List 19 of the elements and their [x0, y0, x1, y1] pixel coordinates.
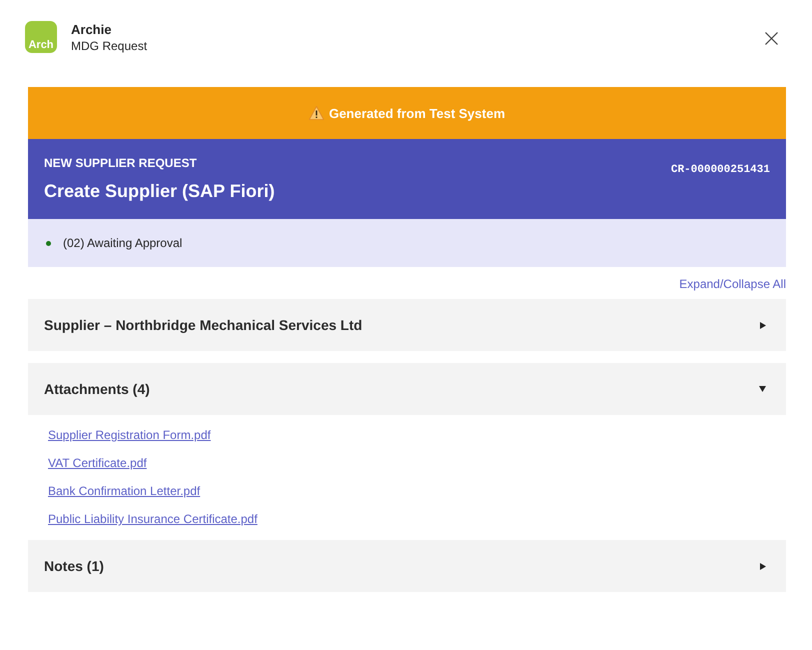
attachment-link[interactable]: VAT Certificate.pdf	[48, 454, 147, 472]
status-text: (02) Awaiting Approval	[63, 236, 182, 250]
attachment-link[interactable]: Public Liability Insurance Certificate.pdf	[48, 510, 258, 528]
warning-icon	[308, 106, 324, 120]
banner-text: Generated from Test System	[328, 106, 506, 120]
request-id: CR-000000251431	[670, 163, 770, 178]
expand-collapse-all-link[interactable]: Expand/Collapse All	[679, 276, 786, 290]
accordion-header[interactable]: Supplier – Northbridge Mechanical Services Ltd	[28, 299, 786, 351]
attachment-link[interactable]: Supplier Registration Form.pdf	[48, 426, 211, 444]
request-category: NEW SUPPLIER REQUEST	[44, 155, 198, 171]
accordion-header[interactable]: Attachments (4)	[28, 363, 786, 415]
request-title: Create Supplier (SAP Fiori)	[44, 180, 275, 203]
attachment-link[interactable]: Bank Confirmation Letter.pdf	[48, 482, 200, 500]
app-logo: Arch	[25, 21, 57, 53]
accordion-header[interactable]: Notes (1)	[28, 540, 786, 592]
close-icon	[764, 32, 778, 44]
app-subtitle: MDG Request	[71, 38, 148, 55]
app-name: Archie	[71, 22, 112, 38]
close-button[interactable]	[763, 30, 779, 46]
